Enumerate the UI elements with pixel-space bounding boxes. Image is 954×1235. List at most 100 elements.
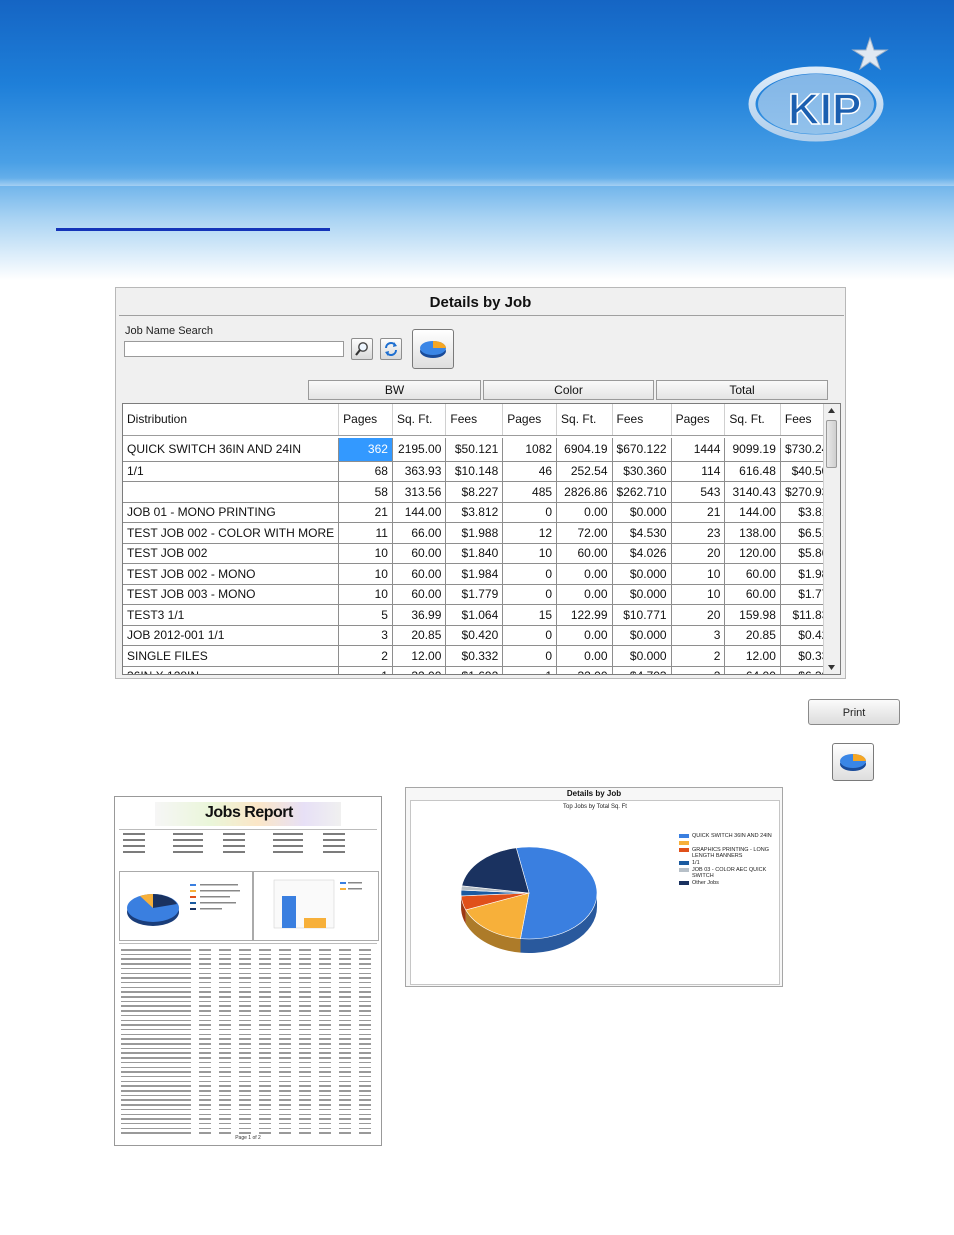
value-cell[interactable]: 72.00	[556, 522, 613, 544]
distribution-cell[interactable]: 36IN X 128IN	[123, 666, 340, 674]
table-row[interactable]: TEST JOB 002 - MONO 10 60.00 $1.984 0 0.00 $0.…	[123, 563, 840, 585]
value-cell[interactable]: 1	[338, 666, 393, 674]
value-cell[interactable]: 120.00	[724, 543, 781, 564]
value-cell[interactable]: $0.000	[612, 563, 672, 585]
value-cell[interactable]: $8.227	[445, 481, 504, 503]
value-cell[interactable]: 1082	[502, 438, 558, 462]
value-cell[interactable]: 58	[338, 481, 393, 503]
pie-chart-button-2[interactable]	[832, 743, 874, 781]
table-row[interactable]: SINGLE FILES 2 12.00 $0.332 0 0.00 $0.000 2 12.0…	[123, 645, 840, 667]
column-header[interactable]: Fees	[445, 404, 504, 436]
value-cell[interactable]: $10.771	[612, 604, 672, 626]
value-cell[interactable]: 0.00	[556, 563, 613, 585]
pie-chart-button[interactable]	[412, 329, 454, 369]
distribution-cell[interactable]: JOB 01 - MONO PRINTING	[123, 502, 340, 523]
column-header[interactable]: Pages	[338, 404, 393, 436]
value-cell[interactable]: 12.00	[724, 645, 781, 667]
value-cell[interactable]: 60.00	[724, 584, 781, 605]
column-header[interactable]: Pages	[502, 404, 558, 436]
value-cell[interactable]: 616.48	[724, 461, 781, 482]
value-cell[interactable]: 0	[502, 502, 558, 523]
table-row[interactable]: 36IN X 128IN132.00$1.692132.00$4.703264.…	[123, 666, 840, 674]
table-row[interactable]: JOB 01 - MONO PRINTING 21 144.00 $3.812 0 0.0…	[123, 502, 840, 523]
print-button[interactable]: Print	[808, 699, 900, 725]
distribution-cell[interactable]: TEST3 1/1	[123, 604, 340, 626]
value-cell[interactable]: 0	[502, 563, 558, 585]
value-cell[interactable]: 12	[502, 522, 558, 544]
value-cell[interactable]: 122.99	[556, 604, 613, 626]
value-cell[interactable]: 32.00	[392, 666, 447, 674]
column-header[interactable]: Sq. Ft.	[556, 404, 613, 436]
value-cell[interactable]: 12.00	[392, 645, 447, 667]
distribution-cell[interactable]: JOB 2012-001 1/1	[123, 625, 340, 646]
table-row[interactable]: TEST3 1/1 5 36.99 $1.064 15 122.99 $10.771 20 15…	[123, 604, 840, 626]
table-row[interactable]: JOB 2012-001 1/1 3 20.85 $0.420 0 0.00 $0.000 3…	[123, 625, 840, 646]
value-cell[interactable]: 138.00	[724, 522, 781, 544]
table-row[interactable]: QUICK SWITCH 36IN AND 24IN 362 2195.00 $50.…	[123, 438, 840, 462]
value-cell[interactable]: $1.064	[445, 604, 504, 626]
value-cell[interactable]: 0	[502, 584, 558, 605]
value-cell[interactable]: 9099.19	[724, 438, 781, 462]
value-cell[interactable]: 21	[671, 502, 726, 523]
value-cell[interactable]: 485	[502, 481, 558, 503]
value-cell[interactable]: 60.00	[724, 563, 781, 585]
value-cell[interactable]: $4.703	[612, 666, 672, 674]
value-cell[interactable]: 362	[338, 438, 393, 462]
value-cell[interactable]: 0.00	[556, 502, 613, 523]
distribution-cell[interactable]: TEST JOB 003 - MONO	[123, 584, 340, 605]
value-cell[interactable]: $0.332	[445, 645, 504, 667]
value-cell[interactable]: 363.93	[392, 461, 447, 482]
value-cell[interactable]: 2195.00	[392, 438, 447, 462]
scroll-down-icon[interactable]	[827, 663, 836, 671]
value-cell[interactable]: 10	[671, 563, 726, 585]
value-cell[interactable]: $262.710	[612, 481, 672, 503]
value-cell[interactable]: 252.54	[556, 461, 613, 482]
value-cell[interactable]: 3	[338, 625, 393, 646]
value-cell[interactable]: 64.00	[724, 666, 781, 674]
column-header[interactable]: Pages	[671, 404, 726, 436]
value-cell[interactable]: 313.56	[392, 481, 447, 503]
column-header[interactable]: Distribution	[123, 404, 340, 436]
table-row[interactable]: TEST JOB 002 10 60.00 $1.840 10 60.00 $4.026 20…	[123, 543, 840, 564]
value-cell[interactable]: 60.00	[392, 563, 447, 585]
distribution-cell[interactable]: TEST JOB 002 - MONO	[123, 563, 340, 585]
value-cell[interactable]: 32.00	[556, 666, 613, 674]
details-grid[interactable]: Distribution Pages Sq. Ft. Fees Pages Sq. Ft.…	[122, 403, 841, 675]
value-cell[interactable]: 144.00	[724, 502, 781, 523]
value-cell[interactable]: 20.85	[392, 625, 447, 646]
value-cell[interactable]: 60.00	[392, 584, 447, 605]
value-cell[interactable]: 21	[338, 502, 393, 523]
table-row[interactable]: 58 313.56 $8.227 485 2826.86 $262.710 543 3140.…	[123, 481, 840, 503]
value-cell[interactable]: 0	[502, 625, 558, 646]
value-cell[interactable]: 10	[338, 543, 393, 564]
value-cell[interactable]: $50.121	[445, 438, 504, 462]
value-cell[interactable]: 0.00	[556, 645, 613, 667]
value-cell[interactable]: $0.000	[612, 645, 672, 667]
value-cell[interactable]: 60.00	[556, 543, 613, 564]
value-cell[interactable]: $1.692	[445, 666, 504, 674]
value-cell[interactable]: 20.85	[724, 625, 781, 646]
value-cell[interactable]: $30.360	[612, 461, 672, 482]
distribution-cell[interactable]	[123, 481, 340, 503]
vertical-scrollbar[interactable]	[823, 404, 840, 674]
value-cell[interactable]: 2	[338, 645, 393, 667]
value-cell[interactable]: $1.840	[445, 543, 504, 564]
value-cell[interactable]: 2826.86	[556, 481, 613, 503]
value-cell[interactable]: 3	[671, 625, 726, 646]
value-cell[interactable]: 1	[502, 666, 558, 674]
distribution-cell[interactable]: SINGLE FILES	[123, 645, 340, 667]
value-cell[interactable]: $1.779	[445, 584, 504, 605]
refresh-button[interactable]	[380, 338, 402, 360]
value-cell[interactable]: 10	[338, 584, 393, 605]
value-cell[interactable]: $3.812	[445, 502, 504, 523]
search-button[interactable]	[351, 338, 373, 360]
value-cell[interactable]: 11	[338, 522, 393, 544]
value-cell[interactable]: 2	[671, 645, 726, 667]
job-name-search-input[interactable]	[124, 341, 344, 357]
value-cell[interactable]: $670.122	[612, 438, 672, 462]
value-cell[interactable]: 36.99	[392, 604, 447, 626]
value-cell[interactable]: $4.026	[612, 543, 672, 564]
value-cell[interactable]: 0.00	[556, 625, 613, 646]
value-cell[interactable]: 1444	[671, 438, 726, 462]
value-cell[interactable]: 23	[671, 522, 726, 544]
